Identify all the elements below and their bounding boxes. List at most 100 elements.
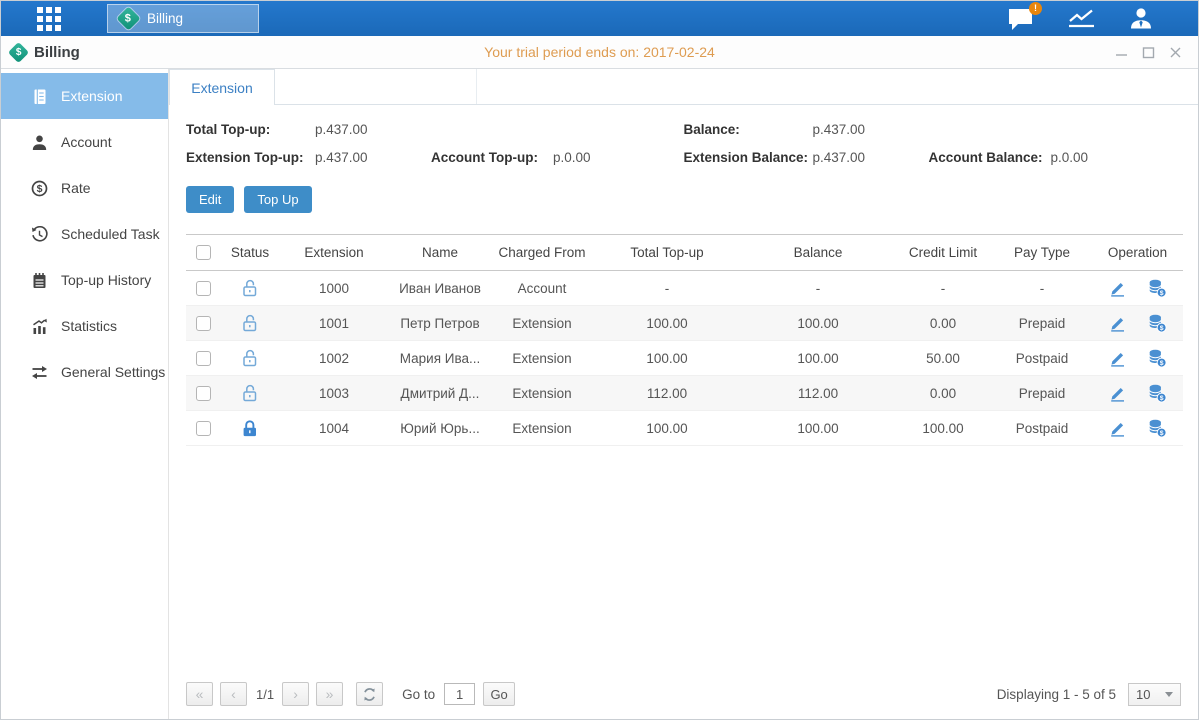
app-grid-icon[interactable] — [37, 7, 63, 31]
statistics-monitor-icon[interactable] — [1067, 7, 1096, 31]
edit-row-button[interactable] — [1108, 419, 1126, 437]
app-title: $ Billing — [11, 44, 80, 61]
billing-window: $ Billing ! — [0, 0, 1199, 720]
table-row[interactable]: 1002 Мария Ива... Extension 100.00 100.0… — [186, 341, 1183, 376]
close-icon[interactable] — [1169, 46, 1182, 59]
user-account-icon[interactable] — [1128, 6, 1154, 32]
table-row[interactable]: 1000 Иван Иванов Account - - - - — [186, 271, 1183, 306]
charged-from-cell: Extension — [492, 306, 592, 341]
balance-cell: 100.00 — [742, 341, 894, 376]
top-up-button[interactable]: Top Up — [244, 186, 311, 213]
row-checkbox[interactable] — [196, 316, 211, 331]
table-header-row: Status Extension Name Charged From Total… — [186, 235, 1183, 271]
topbar-billing-tab[interactable]: $ Billing — [107, 4, 259, 33]
select-all-checkbox[interactable] — [196, 245, 211, 260]
titlebar: $ Billing Your trial period ends on: 201… — [1, 36, 1198, 69]
status-lock-toggle[interactable] — [240, 278, 260, 298]
lock-closed-icon — [240, 418, 260, 438]
account-balance-value: p.0.00 — [1051, 150, 1089, 165]
charged-from-cell: Extension — [492, 341, 592, 376]
status-lock-toggle[interactable] — [240, 348, 260, 368]
col-name: Name — [388, 235, 492, 271]
dollar-circle-icon: $ — [31, 180, 48, 197]
pencil-icon — [1108, 419, 1126, 437]
status-lock-toggle[interactable] — [240, 418, 260, 438]
total-topup-value: p.437.00 — [315, 122, 368, 137]
edit-row-button[interactable] — [1108, 279, 1126, 297]
extension-balance-value: p.437.00 — [813, 150, 929, 165]
topup-row-button[interactable]: $ — [1147, 418, 1167, 438]
total-topup-cell: 100.00 — [592, 411, 742, 446]
displaying-text: Displaying 1 - 5 of 5 — [997, 687, 1116, 702]
sidebar-item-scheduled-task[interactable]: Scheduled Task — [1, 211, 168, 257]
row-checkbox[interactable] — [196, 386, 211, 401]
account-balance-label: Account Balance: — [929, 150, 1051, 165]
ledger-icon — [31, 88, 48, 105]
sidebar-item-general-settings[interactable]: General Settings — [1, 349, 168, 395]
total-topup-cell: 100.00 — [592, 341, 742, 376]
minimize-icon[interactable] — [1115, 46, 1128, 59]
status-lock-toggle[interactable] — [240, 383, 260, 403]
row-checkbox[interactable] — [196, 421, 211, 436]
prev-page-button[interactable]: ‹ — [220, 682, 247, 706]
table-row[interactable]: 1003 Дмитрий Д... Extension 112.00 112.0… — [186, 376, 1183, 411]
bar-chart-icon — [31, 318, 48, 335]
edit-button[interactable]: Edit — [186, 186, 234, 213]
next-page-button[interactable]: › — [282, 682, 309, 706]
extension-cell: 1004 — [280, 411, 388, 446]
table-row[interactable]: 1001 Петр Петров Extension 100.00 100.00… — [186, 306, 1183, 341]
balance-cell: - — [742, 271, 894, 306]
extension-cell: 1001 — [280, 306, 388, 341]
coins-topup-icon: $ — [1147, 313, 1167, 333]
maximize-icon[interactable] — [1142, 46, 1155, 59]
account-topup-label: Account Top-up: — [431, 150, 553, 165]
row-checkbox[interactable] — [196, 281, 211, 296]
name-cell: Иван Иванов — [388, 271, 492, 306]
topbar: $ Billing ! — [1, 1, 1198, 36]
extension-cell: 1003 — [280, 376, 388, 411]
svg-text:$: $ — [1160, 290, 1164, 297]
name-cell: Юрий Юрь... — [388, 411, 492, 446]
col-extension: Extension — [280, 235, 388, 271]
name-cell: Дмитрий Д... — [388, 376, 492, 411]
chevron-down-icon — [1165, 692, 1173, 697]
sidebar-item-label: Scheduled Task — [61, 226, 160, 242]
status-lock-toggle[interactable] — [240, 313, 260, 333]
edit-row-button[interactable] — [1108, 349, 1126, 367]
pencil-icon — [1108, 279, 1126, 297]
topup-row-button[interactable]: $ — [1147, 278, 1167, 298]
lock-open-icon — [240, 348, 260, 368]
billing-diamond-icon: $ — [116, 6, 140, 30]
messages-icon[interactable]: ! — [1007, 7, 1035, 31]
pay-type-cell: Postpaid — [992, 411, 1092, 446]
edit-row-button[interactable] — [1108, 384, 1126, 402]
sidebar-item-statistics[interactable]: Statistics — [1, 303, 168, 349]
total-topup-cell: - — [592, 271, 742, 306]
table-row[interactable]: 1004 Юрий Юрь... Extension 100.00 100.00… — [186, 411, 1183, 446]
col-operation: Operation — [1092, 235, 1183, 271]
go-button[interactable]: Go — [483, 682, 515, 706]
edit-row-button[interactable] — [1108, 314, 1126, 332]
page-size-select[interactable]: 10 — [1128, 683, 1181, 706]
sidebar-item-topup-history[interactable]: Top-up History — [1, 257, 168, 303]
svg-text:$: $ — [1160, 325, 1164, 332]
first-page-button[interactable]: « — [186, 682, 213, 706]
page-size-value: 10 — [1136, 687, 1150, 702]
topup-row-button[interactable]: $ — [1147, 313, 1167, 333]
sidebar-item-account[interactable]: Account — [1, 119, 168, 165]
page-indicator: 1/1 — [256, 687, 274, 702]
sidebar-item-rate[interactable]: $ Rate — [1, 165, 168, 211]
row-checkbox[interactable] — [196, 351, 211, 366]
sidebar-item-extension[interactable]: Extension — [1, 73, 168, 119]
tab-extension[interactable]: Extension — [169, 69, 275, 105]
topup-row-button[interactable]: $ — [1147, 383, 1167, 403]
topup-row-button[interactable]: $ — [1147, 348, 1167, 368]
extension-balance-label: Extension Balance: — [684, 150, 813, 165]
last-page-button[interactable]: » — [316, 682, 343, 706]
refresh-button[interactable] — [356, 682, 383, 706]
goto-page-input[interactable] — [444, 683, 475, 705]
tab-strip-empty — [275, 69, 477, 104]
tab-strip: Extension — [169, 69, 1198, 105]
goto-label: Go to — [402, 687, 435, 702]
name-cell: Петр Петров — [388, 306, 492, 341]
